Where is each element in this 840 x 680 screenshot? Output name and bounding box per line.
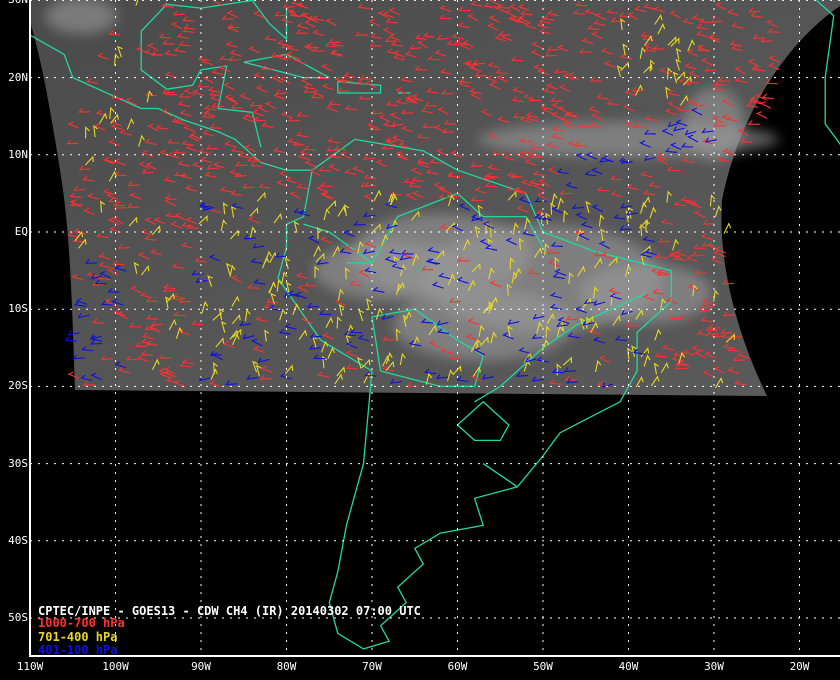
lat-label: 10N <box>8 147 28 161</box>
lon-label: 50W <box>533 660 553 673</box>
lat-label: EQ <box>14 225 28 238</box>
legend-high-level: 401-100 hPa <box>38 643 118 657</box>
lon-label: 90W <box>191 660 211 673</box>
lon-label: 100W <box>102 660 129 673</box>
lat-label: 30N <box>2 0 28 6</box>
lat-label: 20S <box>8 379 28 393</box>
coastline <box>457 400 510 442</box>
lon-label: 40W <box>618 660 639 673</box>
lon-label: 60W <box>447 660 468 673</box>
lon-label: 30W <box>704 660 724 673</box>
cloud-patch <box>684 87 744 160</box>
lon-label: 20W <box>789 660 810 673</box>
lon-label: 70W <box>362 660 382 673</box>
legend-low-level: 1000-700 hPa <box>38 616 125 630</box>
coastline <box>482 463 518 488</box>
lat-label: 30S <box>8 456 28 470</box>
lat-label: 50S <box>8 611 28 624</box>
lon-label: 110W <box>16 660 44 673</box>
coastline <box>816 0 840 146</box>
lat-label: 10S <box>8 302 28 316</box>
lat-label: 20N <box>8 70 28 84</box>
legend-mid-level: 701-400 hPa <box>38 630 118 644</box>
satellite-wind-map <box>29 0 840 657</box>
lat-label: 40S <box>8 533 28 547</box>
cloud-patch <box>393 288 574 361</box>
lon-label: 80W <box>276 660 297 673</box>
